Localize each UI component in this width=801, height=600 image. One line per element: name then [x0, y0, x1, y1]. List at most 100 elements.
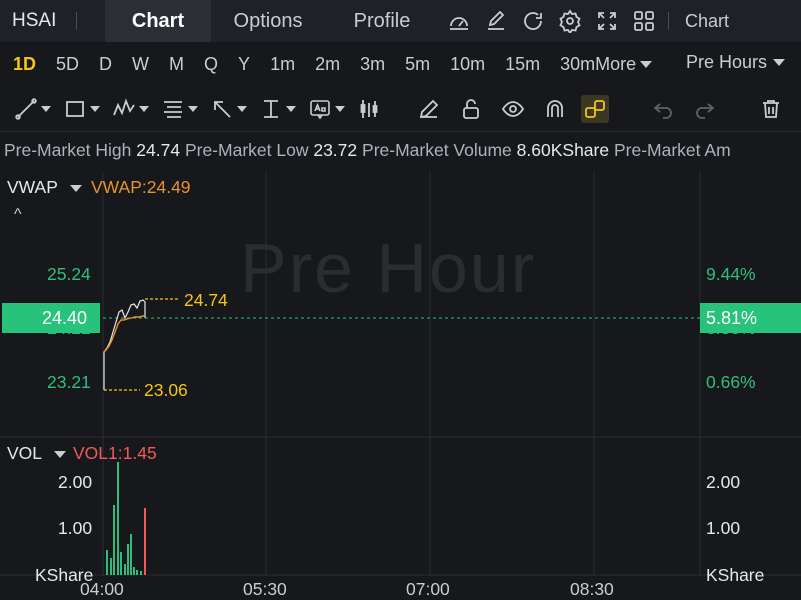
- collapse-panel-icon[interactable]: ^: [14, 206, 22, 224]
- tab-options[interactable]: Options: [211, 0, 325, 42]
- volume-bar: [120, 552, 122, 575]
- lock-button[interactable]: [459, 97, 483, 121]
- time-tick: 08:30: [570, 579, 614, 599]
- chart-mode-label: Chart: [685, 10, 730, 31]
- volume-bar: [124, 564, 126, 575]
- volume-value: VOL1:1.45: [73, 443, 157, 463]
- pencil-icon: [419, 99, 439, 118]
- tab-chart[interactable]: Chart: [105, 0, 211, 42]
- chart-mode-button[interactable]: Chart: [668, 11, 729, 32]
- volume-tick: 2.00: [58, 472, 93, 492]
- visibility-button[interactable]: [501, 97, 525, 121]
- fibonacci-icon: [164, 100, 182, 118]
- text-tool[interactable]: [308, 97, 345, 121]
- gear-icon[interactable]: [558, 9, 582, 33]
- fullscreen-icon[interactable]: [595, 9, 619, 33]
- time-tick: 04:00: [80, 579, 124, 599]
- trend-line-tool[interactable]: [14, 97, 51, 121]
- period-5d[interactable]: 5D: [56, 54, 79, 75]
- low-value: 23.72: [313, 140, 358, 160]
- text-annotation-icon: [310, 99, 330, 119]
- session-watermark: Pre Hour: [240, 229, 537, 307]
- period-10m[interactable]: 10m: [450, 54, 485, 75]
- trash-icon: [763, 99, 779, 118]
- price-tick: 23.21: [47, 372, 91, 392]
- period-d[interactable]: D: [99, 54, 112, 75]
- volume-bar: [113, 505, 115, 575]
- gauge-icon[interactable]: [447, 9, 471, 33]
- delete-button[interactable]: [759, 97, 783, 121]
- high-value: 24.74: [136, 140, 181, 160]
- period-5m[interactable]: 5m: [405, 54, 430, 75]
- period-1d[interactable]: 1D: [13, 54, 36, 75]
- period-3m[interactable]: 3m: [360, 54, 385, 75]
- caret-down-icon: [41, 105, 51, 112]
- volume-label: Pre-Market Volume: [362, 140, 512, 160]
- pencil-tool[interactable]: [417, 97, 441, 121]
- eye-icon: [501, 100, 525, 117]
- current-price-badge: 24.40: [2, 303, 100, 333]
- redo-button[interactable]: [693, 97, 717, 121]
- volume-bar: [130, 534, 132, 575]
- price-tick: 25.24: [47, 264, 91, 284]
- session-select[interactable]: Pre Hours: [686, 52, 785, 73]
- fib-tool[interactable]: [161, 97, 198, 121]
- rectangle-tool[interactable]: [63, 97, 100, 121]
- measure-tool[interactable]: [259, 97, 296, 121]
- arrow-icon: [214, 100, 231, 118]
- price-indicator-select[interactable]: VWAP: [7, 177, 58, 198]
- high-label: Pre-Market High: [4, 140, 132, 160]
- caret-down-icon: [335, 105, 345, 112]
- refresh-icon[interactable]: [521, 9, 545, 33]
- volume-bars: [106, 462, 146, 575]
- magnet-button[interactable]: [543, 97, 567, 121]
- period-q[interactable]: Q: [204, 54, 218, 75]
- pattern-tool[interactable]: [112, 97, 149, 121]
- edit-icon[interactable]: [484, 9, 508, 33]
- period-1m[interactable]: 1m: [270, 54, 295, 75]
- volume-bar: [117, 462, 119, 575]
- time-tick: 07:00: [406, 579, 450, 599]
- top-nav: HSAI Chart Options Profile Chart: [0, 0, 801, 42]
- period-m[interactable]: M: [169, 54, 184, 75]
- volume-unit-right: KShare: [706, 565, 765, 585]
- volume-indicator-select[interactable]: VOL: [7, 443, 42, 464]
- chart-area[interactable]: Pre Hour VWAP VWAP:24.49 ^ 25.24 24.22 2…: [0, 172, 801, 600]
- caret-down-icon: [286, 105, 296, 112]
- caret-down-icon: [90, 105, 100, 112]
- volume-indicator-name: VOL: [7, 443, 43, 463]
- volume-tick: 1.00: [58, 518, 93, 538]
- divider: [76, 12, 77, 30]
- caret-down-icon: [139, 105, 149, 112]
- caret-down-icon[interactable]: [54, 451, 66, 458]
- current-percent-badge: 5.81%: [700, 303, 801, 333]
- more-periods-button[interactable]: More: [595, 54, 653, 75]
- tab-profile[interactable]: Profile: [325, 0, 439, 42]
- volume-value: 8.60KShare: [516, 140, 610, 160]
- period-30m[interactable]: 30m: [560, 54, 595, 75]
- time-tick: 05:30: [243, 579, 287, 599]
- caret-down-icon: [640, 60, 653, 68]
- trend-line-icon: [15, 97, 37, 120]
- period-w[interactable]: W: [132, 54, 149, 75]
- period-y[interactable]: Y: [238, 54, 250, 75]
- vwap-value: VWAP:24.49: [91, 177, 191, 197]
- period-15m[interactable]: 15m: [505, 54, 540, 75]
- layout-grid-icon[interactable]: [632, 9, 656, 33]
- magnet-icon: [547, 99, 563, 117]
- pre-market-stats: Pre-Market High 24.74 Pre-Market Low 23.…: [4, 140, 801, 161]
- candle-tool[interactable]: [357, 97, 381, 121]
- period-bar: 1D 5D D W M Q Y 1m 2m 3m 5m 10m 15m 30m …: [0, 42, 801, 86]
- caret-down-icon[interactable]: [70, 185, 82, 192]
- volume-tick: 1.00: [706, 518, 741, 538]
- arrow-tool[interactable]: [210, 97, 247, 121]
- volume-bar: [136, 570, 138, 575]
- undo-button[interactable]: [651, 97, 675, 121]
- measure-icon: [264, 99, 278, 118]
- redo-icon: [696, 102, 715, 119]
- volume-bar: [133, 567, 135, 575]
- low-marker-label: 23.06: [144, 380, 188, 400]
- high-marker-label: 24.74: [184, 290, 228, 310]
- link-button[interactable]: [581, 94, 609, 123]
- period-2m[interactable]: 2m: [315, 54, 340, 75]
